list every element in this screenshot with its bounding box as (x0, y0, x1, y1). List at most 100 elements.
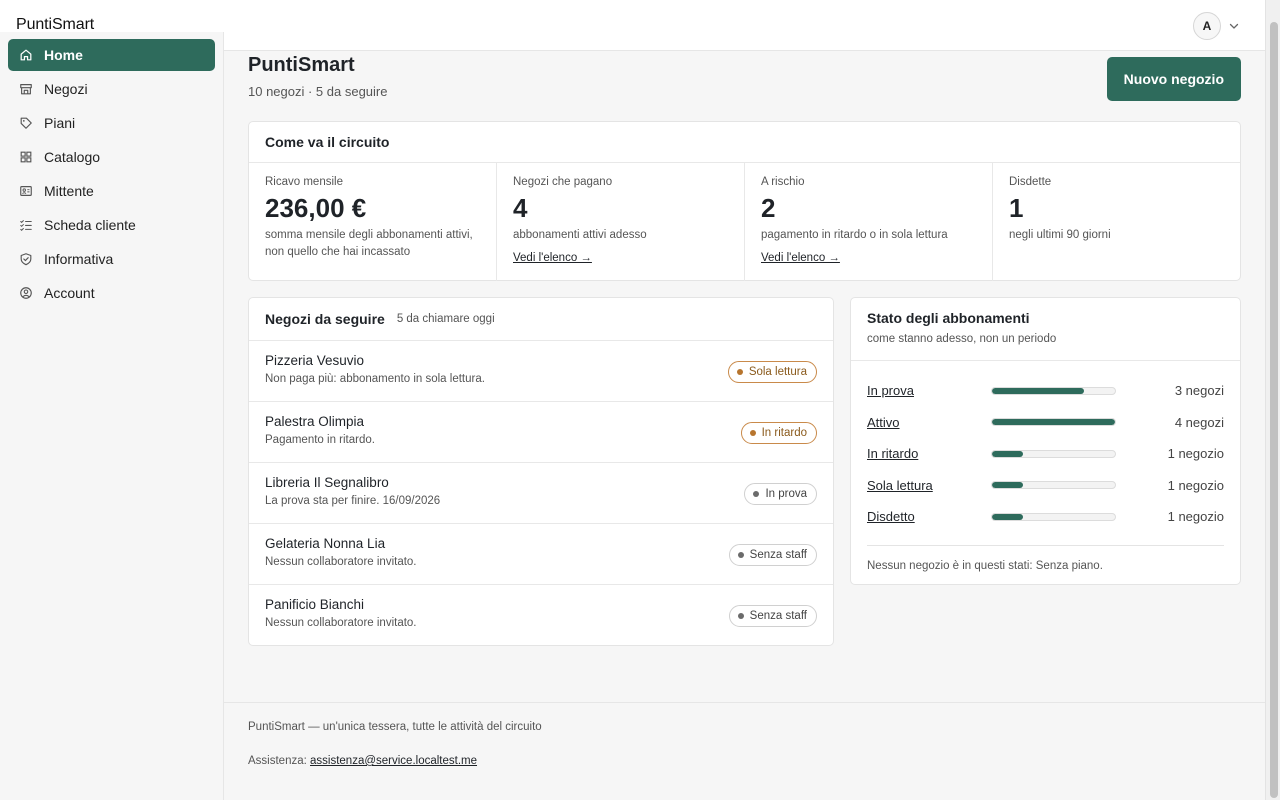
status-bar-fill (992, 513, 1023, 520)
shop-list: Pizzeria Vesuvio Non paga più: abbonamen… (249, 341, 833, 646)
sidebar-item-label: Negozi (44, 81, 88, 97)
store-icon (18, 81, 34, 97)
list-item[interactable]: Pizzeria Vesuvio Non paga più: abbonamen… (249, 341, 833, 402)
grid-icon (18, 149, 34, 165)
status-row: In prova 3 negozi (867, 375, 1224, 407)
status-link[interactable]: Sola lettura (867, 478, 991, 493)
sidebar-item-label: Account (44, 285, 95, 301)
kpi-monthly-revenue: Ricavo mensile 236,00 € somma mensile de… (249, 163, 497, 281)
status-count: 1 negozio (1167, 509, 1224, 525)
kpi-cancellations: Disdette 1 negli ultimi 90 giorni (993, 163, 1240, 281)
list-item[interactable]: Panificio Bianchi Nessun collaboratore i… (249, 585, 833, 646)
sidebar-item-label: Informativa (44, 251, 114, 267)
badge-label: In prova (765, 488, 807, 500)
status-list: In prova 3 negozi Attivo 4 negozi In rit… (851, 361, 1240, 533)
badge-label: Senza staff (749, 610, 807, 622)
shop-name: Palestra Olimpia (265, 414, 365, 429)
kpi-description: somma mensile degli abbonamenti attivi, … (265, 228, 473, 258)
sidebar-item-label: Catalogo (44, 149, 101, 165)
sidebar-item-informativa[interactable]: Informativa (8, 243, 215, 275)
list-item[interactable]: Gelateria Nonna Lia Nessun collaboratore… (249, 524, 833, 585)
scrollbar[interactable] (1265, 0, 1280, 800)
status-count: 1 negozio (1167, 477, 1224, 493)
kpi-row: Ricavo mensile 236,00 € somma mensile de… (249, 163, 1240, 281)
status-badge: In prova (744, 483, 817, 505)
view-list-link[interactable]: Vedi l'elenco → (513, 252, 592, 264)
status-row: Disdetto 1 negozio (867, 501, 1224, 533)
shop-note: La prova sta per finire. 16/09/2026 (265, 495, 441, 507)
status-link[interactable]: Disdetto (867, 509, 991, 524)
kpi-description: negli ultimi 90 giorni (1009, 228, 1111, 241)
status-bar-fill (992, 419, 1115, 426)
badge-label: Sola lettura (748, 366, 807, 378)
shield-check-icon (18, 251, 34, 267)
status-link[interactable]: In prova (867, 383, 991, 398)
status-bar-fill (992, 482, 1023, 489)
page-title: PuntiSmart (248, 54, 355, 76)
circuit-overview-card: Come va il circuito Ricavo mensile 236,0… (248, 121, 1241, 281)
status-bar-fill (992, 387, 1085, 394)
sidebar-item-label: Home (44, 47, 83, 63)
status-bar-fill (992, 450, 1023, 457)
status-bar (991, 418, 1116, 427)
status-footnote: Nessun negozio è in questi stati: Senza … (867, 544, 1224, 572)
list-item[interactable]: Libreria Il Segnalibro La prova sta per … (249, 463, 833, 524)
status-bar (991, 386, 1116, 395)
sidebar-item-negozi[interactable]: Negozi (8, 73, 215, 105)
user-menu[interactable]: A (1193, 12, 1241, 40)
footer-tagline: PuntiSmart — un'unica tessera, tutte le … (248, 721, 542, 733)
badge-label: In ritardo (761, 427, 807, 439)
kpi-label: Negozi che pagano (513, 176, 613, 188)
sidebar-item-piani[interactable]: Piani (8, 107, 215, 139)
kpi-paying-shops: Negozi che pagano 4 abbonamenti attivi a… (497, 163, 745, 281)
sidebar-item-label: Scheda cliente (44, 217, 136, 233)
status-count: 1 negozio (1167, 446, 1224, 462)
sidebar-item-scheda-cliente[interactable]: Scheda cliente (8, 209, 215, 241)
avatar[interactable]: A (1193, 12, 1221, 40)
card-title: Negozi da seguire (265, 311, 385, 327)
sidebar-item-catalogo[interactable]: Catalogo (8, 141, 215, 173)
card-header: Stato degli abbonamenti come stanno ades… (851, 298, 1240, 361)
footer-support: Assistenza: assistenza@service.localtest… (248, 755, 1241, 767)
kpi-at-risk: A rischio 2 pagamento in ritardo o in so… (745, 163, 993, 281)
tag-icon (18, 115, 34, 131)
id-card-icon (18, 183, 34, 199)
shop-name: Libreria Il Segnalibro (265, 475, 389, 490)
kpi-label: A rischio (761, 176, 805, 188)
view-list-link[interactable]: Vedi l'elenco → (761, 252, 840, 264)
card-header: Negozi da seguire 5 da chiamare oggi (249, 298, 833, 341)
sidebar-item-home[interactable]: Home (8, 39, 215, 71)
status-link[interactable]: Attivo (867, 415, 991, 430)
status-link[interactable]: In ritardo (867, 446, 991, 461)
scrollbar-thumb[interactable] (1270, 22, 1278, 798)
support-label: Assistenza: (248, 755, 307, 767)
card-subtitle: come stanno adesso, non un periodo (867, 333, 1057, 345)
kpi-value: 4 (513, 193, 528, 223)
user-circle-icon (18, 285, 34, 301)
status-row: Sola lettura 1 negozio (867, 470, 1224, 502)
kpi-description: abbonamenti attivi adesso (513, 228, 647, 241)
checklist-icon (18, 217, 34, 233)
status-count: 3 negozi (1174, 383, 1224, 399)
page-footer: PuntiSmart — un'unica tessera, tutte le … (224, 702, 1265, 800)
status-row: Attivo 4 negozi (867, 407, 1224, 439)
sidebar-item-account[interactable]: Account (8, 277, 215, 309)
status-dot (737, 552, 744, 558)
home-icon (18, 47, 34, 63)
sidebar-item-mittente[interactable]: Mittente (8, 175, 215, 207)
status-count: 4 negozi (1174, 414, 1224, 430)
support-email-link[interactable]: assistenza@service.localtest.me (310, 755, 477, 767)
new-shop-button[interactable]: Nuovo negozio (1106, 57, 1241, 101)
status-dot (753, 491, 760, 497)
status-bar (991, 481, 1116, 490)
page-subtitle: 10 negozi · 5 da seguire (248, 84, 388, 99)
chevron-down-icon[interactable] (1227, 19, 1241, 33)
shops-to-follow-card: Negozi da seguire 5 da chiamare oggi Piz… (248, 297, 834, 646)
sidebar-item-label: Piani (44, 115, 76, 131)
kpi-description: pagamento in ritardo o in sola lettura (761, 228, 948, 241)
badge-label: Senza staff (749, 549, 807, 561)
list-item[interactable]: Palestra Olimpia Pagamento in ritardo. I… (249, 402, 833, 463)
card-title: Stato degli abbonamenti (867, 310, 1030, 326)
kpi-value: 2 (761, 193, 776, 223)
status-dot (749, 430, 756, 436)
